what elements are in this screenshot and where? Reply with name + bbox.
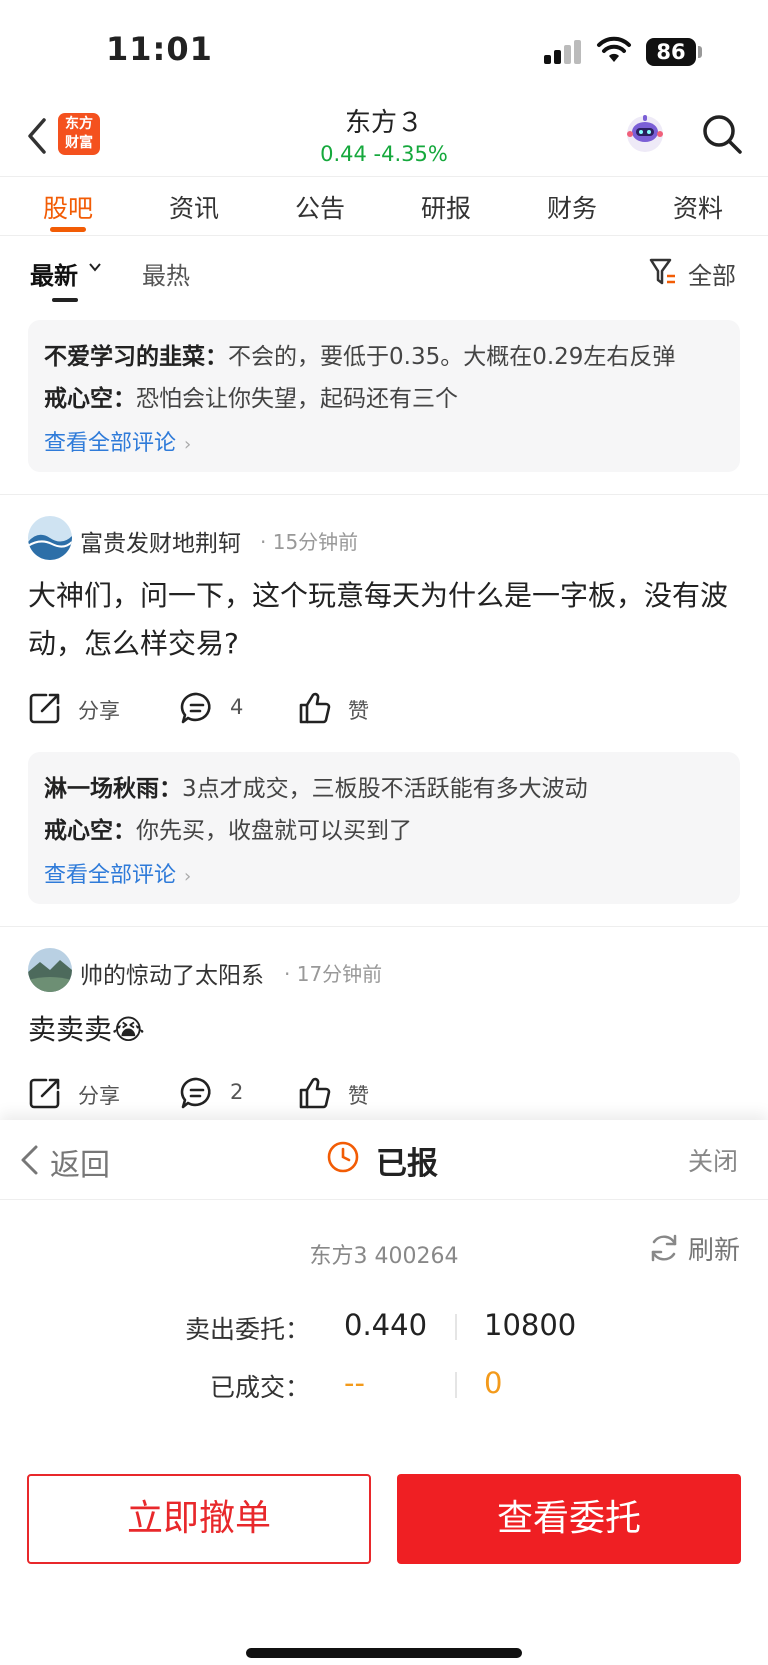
share-label: 分享 <box>78 1084 120 1108</box>
order-status-label: 已报 <box>376 1146 438 1182</box>
ai-robot-icon[interactable] <box>624 112 666 156</box>
post-author-row: 富贵发财地荆轲 · 15分钟前 <box>28 516 528 560</box>
comment-user: 戒心空： <box>44 818 136 844</box>
tab-research[interactable]: 研报 <box>396 189 496 225</box>
status-time: 11:01 <box>106 30 213 68</box>
comment-text: 3点才成交，三板股不活跃能有多大波动 <box>182 776 588 802</box>
like-button[interactable]: 赞 <box>298 689 398 729</box>
comment-line: 戒心空：你先买，收盘就可以买到了 <box>44 810 724 852</box>
sell-order-price: 0.440 <box>344 1308 428 1342</box>
like-button[interactable]: 赞 <box>298 1074 398 1114</box>
share-button[interactable]: 分享 <box>28 689 148 729</box>
tab-announcements[interactable]: 公告 <box>270 189 370 225</box>
post-divider <box>0 494 768 495</box>
battery-indicator: 86 <box>646 38 696 66</box>
post-actions: 分享 4 赞 <box>28 689 728 729</box>
home-indicator[interactable] <box>246 1648 522 1658</box>
view-orders-button[interactable]: 查看委托 <box>397 1474 741 1564</box>
back-arrow-icon <box>21 1145 38 1175</box>
comment-preview-box[interactable]: 不爱学习的韭菜：不会的，要低于0.35。大概在0.29左右反弹 戒心空：恐怕会让… <box>28 320 740 472</box>
like-label: 赞 <box>348 1084 369 1108</box>
comment-line: 戒心空：恐怕会让你失望，起码还有三个 <box>44 378 724 420</box>
cellular-signal-icon <box>544 40 584 64</box>
share-icon <box>29 1078 60 1109</box>
chevron-right-icon: › <box>184 866 192 887</box>
comment-count: 4 <box>230 695 244 719</box>
close-button[interactable]: 关闭 <box>688 1142 738 1178</box>
post-content[interactable]: 卖卖卖😭 <box>28 1006 740 1054</box>
comment-user: 戒心空： <box>44 386 136 412</box>
view-all-comments-link[interactable]: 查看全部评论 › <box>44 420 724 469</box>
stock-header: 东方 财富 东方３ 0.44 -4.35% <box>0 100 768 176</box>
post-content[interactable]: 大神们，问一下，这个玩意每天为什么是一字板，没有波动，怎么样交易? <box>28 572 740 668</box>
post-author-row: 帅的惊动了太阳系 · 17分钟前 <box>28 948 528 992</box>
battery-tip <box>698 46 702 58</box>
filled-quantity: 0 <box>484 1366 503 1400</box>
tab-news[interactable]: 资讯 <box>144 189 244 225</box>
comment-button[interactable]: 4 <box>180 689 280 729</box>
tab-profile[interactable]: 资料 <box>648 189 748 225</box>
return-label: 返回 <box>50 1148 110 1183</box>
thumbs-up-icon <box>299 692 331 724</box>
value-separator <box>455 1314 457 1340</box>
sort-active-indicator <box>52 298 78 302</box>
filled-label: 已成交： <box>209 1373 310 1402</box>
order-panel-header: 返回 已报 关闭 <box>0 1120 768 1200</box>
chevron-right-icon: › <box>184 434 192 455</box>
value-separator <box>455 1372 457 1398</box>
post-time: · 15分钟前 <box>260 530 359 554</box>
comment-line: 淋一场秋雨：3点才成交，三板股不活跃能有多大波动 <box>44 768 724 810</box>
sort-hottest[interactable]: 最热 <box>142 256 190 291</box>
post-author[interactable]: 富贵发财地荆轲 <box>80 524 241 558</box>
refresh-icon <box>651 1234 677 1262</box>
avatar[interactable] <box>28 948 72 992</box>
chevron-down-icon[interactable] <box>88 260 102 274</box>
tab-guba[interactable]: 股吧 <box>18 189 118 225</box>
comment-icon <box>180 692 211 724</box>
comment-icon <box>180 1077 211 1109</box>
search-icon[interactable] <box>700 112 744 156</box>
section-tabs: 股吧 资讯 公告 研报 财务 资料 <box>0 176 768 236</box>
comment-user: 不爱学习的韭菜： <box>44 344 228 370</box>
clock-icon <box>327 1141 359 1173</box>
avatar[interactable] <box>28 516 72 560</box>
post-actions: 分享 2 赞 <box>28 1074 728 1114</box>
cancel-order-button[interactable]: 立即撤单 <box>27 1474 371 1564</box>
comment-count: 2 <box>230 1080 244 1104</box>
refresh-label: 刷新 <box>688 1236 741 1266</box>
filled-price: -- <box>344 1366 365 1400</box>
status-bar: 11:01 86 <box>0 0 768 100</box>
filter-icon[interactable] <box>648 256 678 288</box>
view-all-label: 查看全部评论 <box>44 431 177 456</box>
share-label: 分享 <box>78 699 120 723</box>
comment-button[interactable]: 2 <box>180 1074 280 1114</box>
active-tab-indicator <box>50 227 86 232</box>
view-all-comments-link[interactable]: 查看全部评论 › <box>44 852 724 901</box>
view-all-label: 查看全部评论 <box>44 863 177 888</box>
like-label: 赞 <box>348 699 369 723</box>
order-status-panel: 返回 已报 关闭 东方3 400264 刷新 卖出委托： 0.440 10800… <box>0 1120 768 1665</box>
share-button[interactable]: 分享 <box>28 1074 148 1114</box>
comment-text: 恐怕会让你失望，起码还有三个 <box>136 386 458 412</box>
wifi-icon <box>597 36 631 62</box>
sort-filter-bar: 最新 最热 全部 <box>0 236 768 308</box>
sell-order-label: 卖出委托： <box>184 1315 310 1344</box>
post-divider <box>0 926 768 927</box>
sell-order-quantity: 10800 <box>484 1308 577 1342</box>
sort-latest[interactable]: 最新 <box>30 256 78 291</box>
post-time: · 17分钟前 <box>284 962 383 986</box>
comment-line: 不爱学习的韭菜：不会的，要低于0.35。大概在0.29左右反弹 <box>44 336 724 378</box>
comment-user: 淋一场秋雨： <box>44 776 182 802</box>
comment-preview-box[interactable]: 淋一场秋雨：3点才成交，三板股不活跃能有多大波动 戒心空：你先买，收盘就可以买到… <box>28 752 740 904</box>
share-icon <box>29 693 60 724</box>
thumbs-up-icon <box>299 1077 331 1109</box>
comment-text: 你先买，收盘就可以买到了 <box>136 818 412 844</box>
post-author[interactable]: 帅的惊动了太阳系 <box>80 956 264 990</box>
filter-all-label[interactable]: 全部 <box>688 256 736 291</box>
tab-financials[interactable]: 财务 <box>522 189 622 225</box>
comment-text: 不会的，要低于0.35。大概在0.29左右反弹 <box>228 344 676 370</box>
